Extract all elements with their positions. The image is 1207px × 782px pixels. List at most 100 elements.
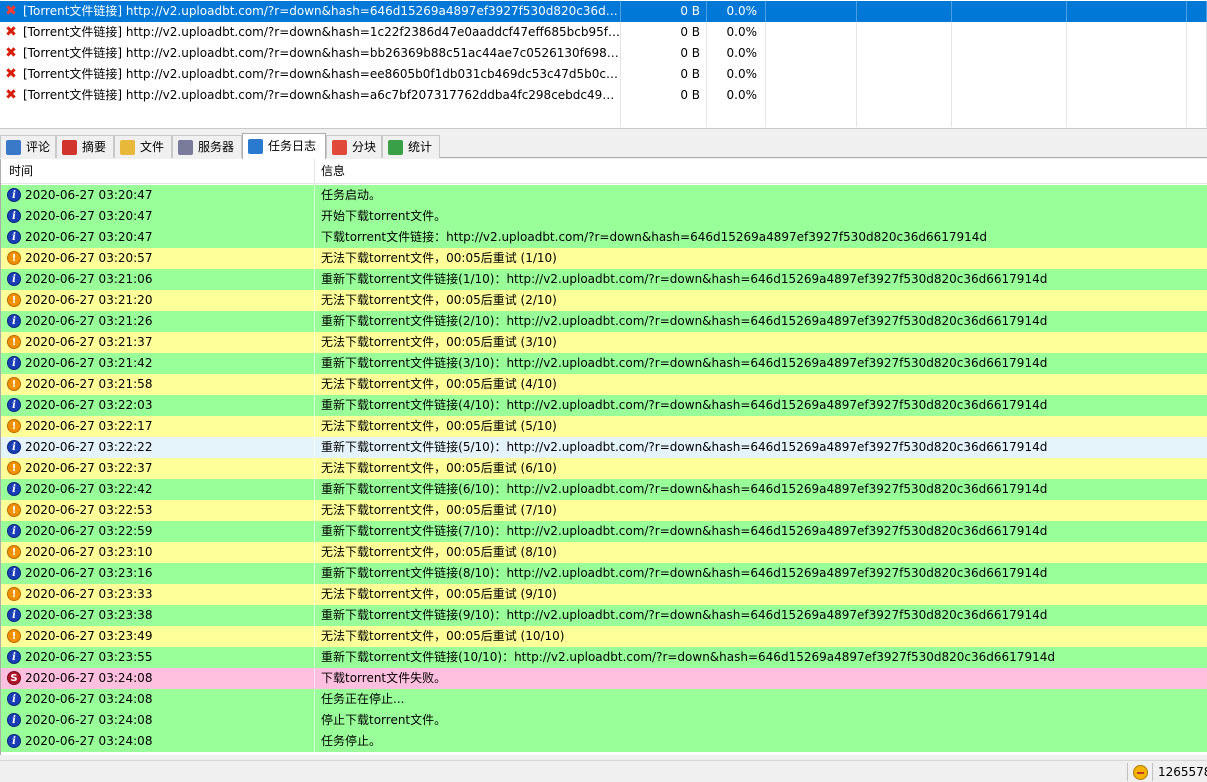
- log-row[interactable]: ! 2020-06-27 03:23:33 无法下载torrent文件，00:05后…: [1, 584, 1207, 605]
- column-divider: [314, 710, 315, 731]
- log-row[interactable]: i 2020-06-27 03:20:47 任务启动。: [1, 185, 1207, 206]
- tab-server[interactable]: 服务器: [172, 135, 242, 158]
- column-divider: [314, 185, 315, 206]
- summary-check-icon: [62, 140, 77, 155]
- task-row[interactable]: ✖ [Torrent文件链接] http://v2.uploadbt.com/?r…: [0, 43, 1207, 64]
- log-row[interactable]: ! 2020-06-27 03:22:17 无法下载torrent文件，00:05后…: [1, 416, 1207, 437]
- log-row[interactable]: i 2020-06-27 03:20:47 下载torrent文件链接：http:/…: [1, 227, 1207, 248]
- log-time: 2020-06-27 03:22:59: [25, 524, 153, 538]
- log-time: 2020-06-27 03:23:55: [25, 650, 153, 664]
- log-message: 无法下载torrent文件，00:05后重试 (2/10): [321, 293, 557, 307]
- log-row[interactable]: i 2020-06-27 03:20:47 开始下载torrent文件。: [1, 206, 1207, 227]
- column-header-message[interactable]: 信息: [315, 159, 1207, 184]
- column-divider: [314, 500, 315, 521]
- tab-label: 统计: [408, 140, 433, 154]
- warn-icon: !: [7, 251, 21, 265]
- log-row[interactable]: i 2020-06-27 03:22:22 重新下载torrent文件链接(5/10…: [1, 437, 1207, 458]
- log-message: 重新下载torrent文件链接(3/10)：http://v2.uploadbt…: [321, 356, 1048, 370]
- log-row[interactable]: i 2020-06-27 03:22:59 重新下载torrent文件链接(7/10…: [1, 521, 1207, 542]
- task-empty-cell: [857, 22, 952, 43]
- tab-comment[interactable]: 评论: [0, 135, 56, 158]
- log-row[interactable]: i 2020-06-27 03:22:42 重新下载torrent文件链接(6/10…: [1, 479, 1207, 500]
- log-row[interactable]: ! 2020-06-27 03:23:49 无法下载torrent文件，00:05后…: [1, 626, 1207, 647]
- log-row[interactable]: i 2020-06-27 03:23:38 重新下载torrent文件链接(9/10…: [1, 605, 1207, 626]
- task-row[interactable]: ✖ [Torrent文件链接] http://v2.uploadbt.com/?r…: [0, 22, 1207, 43]
- task-row[interactable]: ✖ [Torrent文件链接] http://v2.uploadbt.com/?r…: [0, 1, 1207, 22]
- log-row[interactable]: ! 2020-06-27 03:21:58 无法下载torrent文件，00:05后…: [1, 374, 1207, 395]
- task-size: 0 B: [621, 1, 707, 22]
- tab-file[interactable]: 文件: [114, 135, 172, 158]
- log-row[interactable]: i 2020-06-27 03:24:08 停止下载torrent文件。: [1, 710, 1207, 731]
- log-row[interactable]: i 2020-06-27 03:21:26 重新下载torrent文件链接(2/10…: [1, 311, 1207, 332]
- tab-pie-chunks[interactable]: 分块: [326, 135, 382, 158]
- log-time: 2020-06-27 03:22:42: [25, 482, 153, 496]
- log-time: 2020-06-27 03:21:06: [25, 272, 153, 286]
- task-empty-cell: [857, 43, 952, 64]
- log-row[interactable]: i 2020-06-27 03:21:42 重新下载torrent文件链接(3/10…: [1, 353, 1207, 374]
- tab-summary-check[interactable]: 摘要: [56, 135, 114, 158]
- log-message: 重新下载torrent文件链接(1/10)：http://v2.uploadbt…: [321, 272, 1048, 286]
- log-row[interactable]: ! 2020-06-27 03:22:37 无法下载torrent文件，00:05后…: [1, 458, 1207, 479]
- info-icon: i: [7, 440, 21, 454]
- column-divider: [314, 668, 315, 689]
- log-message: 重新下载torrent文件链接(6/10)：http://v2.uploadbt…: [321, 482, 1048, 496]
- log-message: 下载torrent文件失败。: [321, 671, 447, 685]
- column-divider: [314, 290, 315, 311]
- task-empty-cell: [952, 22, 1067, 43]
- log-row[interactable]: i 2020-06-27 03:23:55 重新下载torrent文件链接(10/1…: [1, 647, 1207, 668]
- comment-icon: [6, 140, 21, 155]
- column-divider: [314, 353, 315, 374]
- task-row-empty: [0, 106, 1207, 127]
- log-message: 重新下载torrent文件链接(8/10)：http://v2.uploadbt…: [321, 566, 1048, 580]
- log-row[interactable]: ! 2020-06-27 03:22:53 无法下载torrent文件，00:05后…: [1, 500, 1207, 521]
- status-bar: 1265578: [0, 760, 1207, 782]
- task-empty-cell: [1187, 85, 1207, 106]
- task-empty-cell: [1187, 22, 1207, 43]
- task-row[interactable]: ✖ [Torrent文件链接] http://v2.uploadbt.com/?r…: [0, 64, 1207, 85]
- task-name: [Torrent文件链接] http://v2.uploadbt.com/?r=…: [0, 85, 621, 106]
- task-empty-cell: [766, 64, 857, 85]
- log-time: 2020-06-27 03:22:22: [25, 440, 153, 454]
- task-list[interactable]: ✖ [Torrent文件链接] http://v2.uploadbt.com/?r…: [0, 0, 1207, 128]
- info-icon: i: [7, 230, 21, 244]
- network-status-icon[interactable]: [1133, 765, 1148, 780]
- column-divider: [314, 563, 315, 584]
- task-empty-cell: [857, 106, 952, 127]
- tab-stats[interactable]: 统计: [382, 135, 440, 158]
- status-separator: [1127, 763, 1128, 781]
- log-row[interactable]: i 2020-06-27 03:22:03 重新下载torrent文件链接(4/10…: [1, 395, 1207, 416]
- log-row[interactable]: ! 2020-06-27 03:20:57 无法下载torrent文件，00:05后…: [1, 248, 1207, 269]
- log-row[interactable]: i 2020-06-27 03:21:06 重新下载torrent文件链接(1/10…: [1, 269, 1207, 290]
- task-empty-cell: [952, 43, 1067, 64]
- column-divider: [314, 689, 315, 710]
- log-time: 2020-06-27 03:24:08: [25, 713, 153, 727]
- log-row[interactable]: i 2020-06-27 03:23:16 重新下载torrent文件链接(8/10…: [1, 563, 1207, 584]
- log-time: 2020-06-27 03:22:37: [25, 461, 153, 475]
- task-empty-cell: [1187, 43, 1207, 64]
- log-message: 无法下载torrent文件，00:05后重试 (10/10): [321, 629, 565, 643]
- tab-info-log[interactable]: 任务日志: [242, 133, 326, 159]
- column-divider: [314, 584, 315, 605]
- info-icon: i: [7, 356, 21, 370]
- log-row[interactable]: i 2020-06-27 03:24:08 任务正在停止...: [1, 689, 1207, 710]
- warn-icon: !: [7, 335, 21, 349]
- task-row[interactable]: ✖ [Torrent文件链接] http://v2.uploadbt.com/?r…: [0, 85, 1207, 106]
- log-row[interactable]: i 2020-06-27 03:24:08 任务停止。: [1, 731, 1207, 752]
- log-row[interactable]: ! 2020-06-27 03:21:37 无法下载torrent文件，00:05后…: [1, 332, 1207, 353]
- log-time: 2020-06-27 03:20:47: [25, 209, 153, 223]
- task-empty-cell: [1067, 106, 1187, 127]
- info-icon: i: [7, 650, 21, 664]
- log-row[interactable]: S 2020-06-27 03:24:08 下载torrent文件失败。: [1, 668, 1207, 689]
- column-divider: [314, 311, 315, 332]
- log-time: 2020-06-27 03:22:03: [25, 398, 153, 412]
- column-header-time[interactable]: 时间: [1, 159, 315, 184]
- log-message: 无法下载torrent文件，00:05后重试 (5/10): [321, 419, 557, 433]
- task-empty-cell: [1067, 64, 1187, 85]
- warn-icon: !: [7, 461, 21, 475]
- tab-label: 服务器: [198, 140, 235, 154]
- log-row[interactable]: ! 2020-06-27 03:21:20 无法下载torrent文件，00:05后…: [1, 290, 1207, 311]
- warn-icon: !: [7, 293, 21, 307]
- log-message: 重新下载torrent文件链接(2/10)：http://v2.uploadbt…: [321, 314, 1048, 328]
- log-time: 2020-06-27 03:24:08: [25, 671, 153, 685]
- log-row[interactable]: ! 2020-06-27 03:23:10 无法下载torrent文件，00:05后…: [1, 542, 1207, 563]
